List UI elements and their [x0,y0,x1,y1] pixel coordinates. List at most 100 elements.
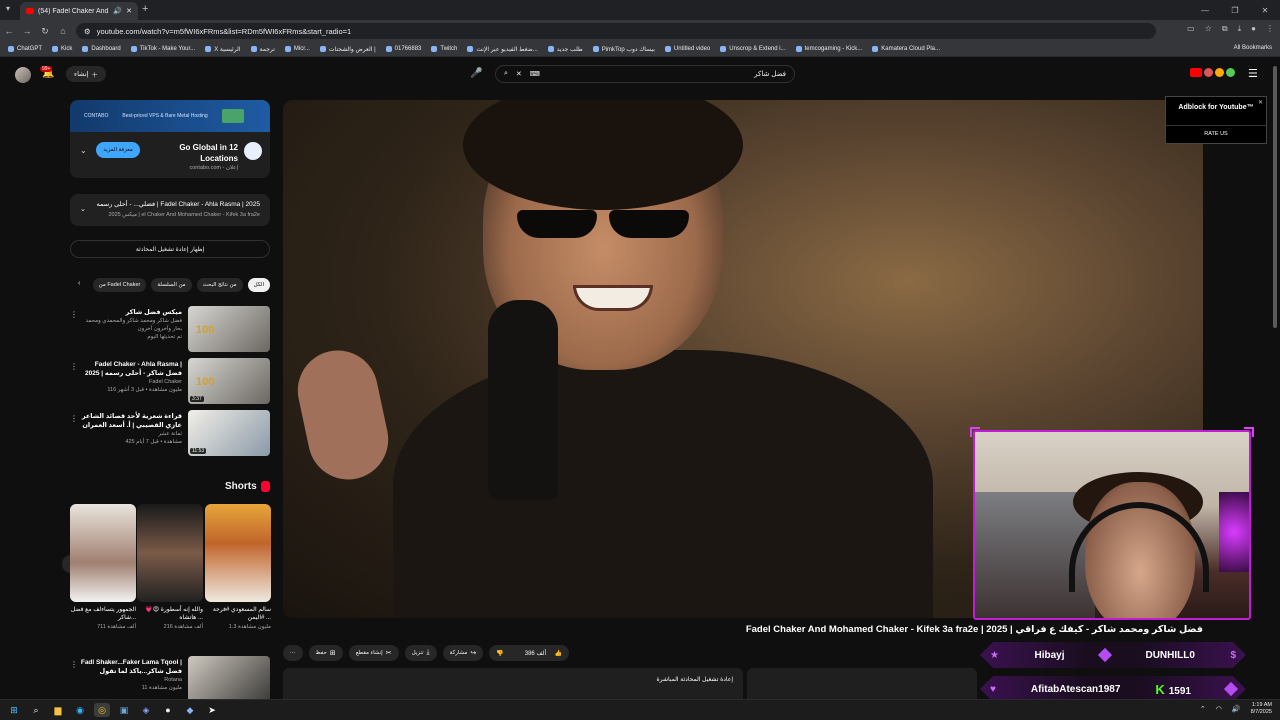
all-bookmarks-button[interactable]: All Bookmarks [1234,45,1272,51]
edge-icon[interactable]: ◉ [72,703,88,717]
list-item[interactable]: ⋮ ميكس فضل شاكر فضل شاكر ومحمد شاكر والم… [70,306,270,354]
short-title[interactable]: والله إنه أسطورة 😍💗 هاتشاه ... [137,606,203,622]
youtube-logo-area[interactable] [1190,68,1235,77]
bookmark-item[interactable]: TikTok - Make Your... [130,46,195,52]
bookmark-item[interactable]: Untitled video [664,46,710,52]
chat-replay-label[interactable]: إعادة تشغيل المحادثة المباشرة [657,676,733,683]
chip-search-results[interactable]: من نتائج البحث [196,278,243,292]
minimize-icon[interactable]: — [1190,0,1220,20]
chip-series[interactable]: من السلسلة [151,278,192,292]
sponsored-ad-card[interactable]: CONTABO Best-priced VPS & Bare Metal Hos… [70,100,270,178]
adblock-close-icon[interactable]: ✕ [1258,99,1263,106]
bookmark-item[interactable]: ترجمة [250,46,275,53]
forward-icon[interactable]: → [18,26,36,36]
chip-all[interactable]: الكل [247,278,270,292]
rec-title[interactable]: ميكس فضل شاكر [78,308,182,317]
chip-from-channel[interactable]: من Fadel Chaker [92,278,147,292]
clock[interactable]: 1:19 AM 8/7/2025 [1251,702,1272,716]
bookmark-item[interactable]: Unscrop & Extend i... [720,46,786,52]
more-options-icon[interactable]: ⋮ [70,362,78,371]
wifi-icon[interactable]: ◠ [1216,705,1222,713]
ad-banner[interactable]: CONTABO Best-priced VPS & Bare Metal Hos… [70,100,270,132]
close-window-icon[interactable]: ✕ [1250,0,1280,20]
bookmark-item[interactable]: Twitch [431,46,457,52]
file-explorer-icon[interactable]: ▆ [50,703,66,717]
bookmark-item[interactable]: ضغط الفيديو عبر الإنت... [467,46,538,53]
store-icon[interactable]: ▣ [116,703,132,717]
more-options-icon[interactable]: ⋮ [70,310,78,319]
search-input[interactable]: فضل شاكر [754,70,786,78]
bookmark-item[interactable]: PimkTop بيساك دوب [592,46,655,53]
more-options-icon[interactable]: ⋮ [70,660,78,669]
ad-title[interactable]: Go Global in 12 Locations [158,142,238,164]
search-icon[interactable]: ⌕ [28,703,44,717]
rec-title[interactable]: Fadl Shaker...Faker Lama Tqool | فضل شاك… [78,658,182,676]
bookmark-item[interactable]: Micr... [284,46,310,52]
address-bar[interactable]: ⚙ youtube.com/watch?v=m5fWI6xFRms&list=R… [76,23,1156,39]
tab-close-icon[interactable]: ✕ [126,7,132,15]
bookmark-item[interactable]: طلب جديد [547,46,583,53]
voice-search-icon[interactable]: 🎤 [470,68,482,79]
profile-icon[interactable]: ● [1251,24,1256,34]
rec-title[interactable]: قراءة شعرية لأحد قصائد الشاعر عازي القصي… [78,412,182,430]
download-icon[interactable]: ⤓ [1238,24,1242,34]
windows-start-icon[interactable]: ⊞ [6,703,22,717]
like-button[interactable]: 386 ألف 👍 [511,650,570,657]
bookmark-item[interactable]: ChatGPT [8,46,42,52]
back-icon[interactable]: ← [0,26,18,36]
short-title[interactable]: الجمهور يتساءلف مع فضل شاكر... [70,606,136,622]
pinned-app-icon[interactable]: ➤ [204,703,220,717]
short-thumbnail[interactable] [137,504,203,602]
discord-icon[interactable]: ◈ [138,703,154,717]
rec-title[interactable]: Fadel Chaker - Ahla Rasma | فضل شاكر - أ… [78,360,182,378]
rec-channel[interactable]: Rotana [78,676,182,684]
volume-icon[interactable]: 🔊 [1232,705,1241,713]
rec-channel[interactable]: Fadel Chaker [78,378,182,386]
bookmark-item[interactable]: Kick [52,46,72,52]
clear-search-icon[interactable]: ✕ [516,70,522,78]
rec-thumbnail[interactable]: 11:53 [188,410,270,456]
mix-playlist-panel[interactable]: ⌄ فضلي... - أحلى رسمه | Fadel Chaker - A… [70,194,270,226]
search-icon[interactable]: ⌕ [504,70,508,78]
chevron-left-icon[interactable]: ‹ [78,280,80,287]
download-button[interactable]: تنزيل ⤓ [404,645,437,661]
cast-icon[interactable]: ▭ [1187,24,1195,34]
hamburger-menu-icon[interactable]: ☰ [1248,67,1258,80]
share-button[interactable]: مشاركة ↪ [442,645,484,661]
more-actions-icon[interactable]: ⋯ [283,645,303,661]
list-item[interactable]: ⋮ Fadel Chaker - Ahla Rasma | فضل شاكر -… [70,358,270,406]
tab-audio-icon[interactable]: 🔊 [113,7,122,15]
browser-tab-active[interactable]: (54) Fadel Chaker And Mo 🔊 ✕ [20,2,138,20]
tab-search-icon[interactable]: ▾ [6,4,10,13]
more-options-icon[interactable]: ⋮ [70,414,78,423]
extensions-icon[interactable]: ⧉ [1222,24,1228,34]
rec-thumbnail[interactable] [188,656,270,702]
search-box[interactable]: ⌕ ✕ ⌨ فضل شاكر [495,65,795,83]
bookmark-star-icon[interactable]: ☆ [1205,24,1212,34]
ad-learn-more-button[interactable]: معرفة المزيد [96,142,140,158]
short-title[interactable]: سالم المسعودي #فرحة #اليمن ... [205,606,271,622]
bookmark-item[interactable]: العرض والشحنات | [319,46,376,53]
app-icon[interactable]: ◆ [182,703,198,717]
site-info-icon[interactable]: ⚙ [84,27,91,36]
rec-channel[interactable]: ثمانة عشر [78,430,182,438]
dislike-icon[interactable]: 👎 [489,650,510,657]
bookmark-item[interactable]: 01766883 [385,46,421,52]
adblock-rate-button[interactable]: RATE US [1166,125,1266,137]
bookmark-item[interactable]: Dashboard [82,46,121,52]
rec-thumbnail[interactable]: 100 [188,306,270,352]
rec-thumbnail[interactable]: 100 3:37 [188,358,270,404]
maximize-icon[interactable]: ❐ [1220,0,1250,20]
chevron-down-icon[interactable]: ⌄ [80,205,86,213]
tray-overflow-icon[interactable]: ⌃ [1200,705,1206,713]
create-button[interactable]: إنشاء ＋ [66,66,106,82]
new-tab-button[interactable]: + [142,3,148,15]
show-chat-replay-button[interactable]: إظهار إعادة تشغيل المحادثة [70,240,270,258]
chrome-icon[interactable]: ◎ [94,703,110,717]
account-avatar[interactable] [15,67,31,83]
browser-menu-icon[interactable]: ⋮ [1266,24,1274,34]
home-icon[interactable]: ⌂ [54,26,72,36]
bookmark-item[interactable]: Kamatera Cloud Pla... [872,46,940,52]
obs-icon[interactable]: ● [160,703,176,717]
clip-button[interactable]: إنشاء مقطع ✂ [348,645,399,661]
